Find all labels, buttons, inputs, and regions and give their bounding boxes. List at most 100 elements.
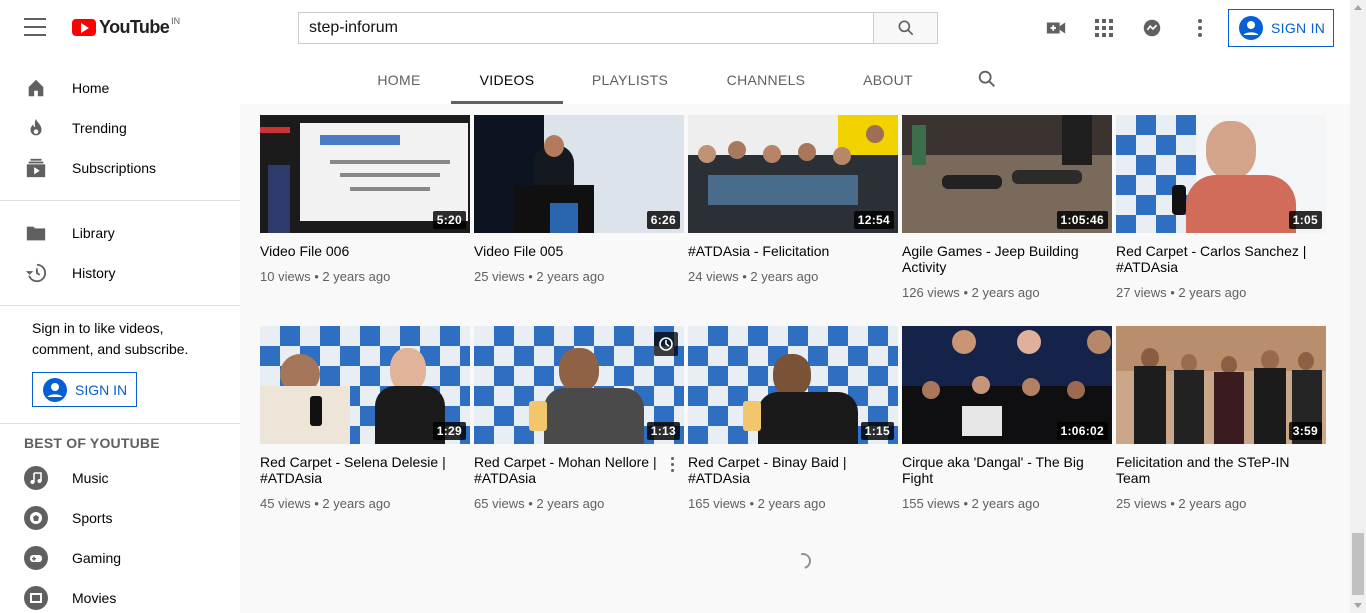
watch-later-icon[interactable]	[654, 332, 678, 356]
video-thumbnail[interactable]: 5:20	[260, 115, 470, 233]
view-count: 155 views	[902, 496, 960, 511]
channel-tabs: HOME VIDEOS PLAYLISTS CHANNELS ABOUT	[240, 56, 1350, 104]
apps-icon[interactable]	[1092, 16, 1116, 40]
scroll-down-arrow-icon[interactable]	[1354, 603, 1362, 608]
video-duration: 12:54	[853, 211, 894, 229]
video-meta: 25 views • 2 years ago	[474, 269, 684, 284]
tab-about[interactable]: ABOUT	[852, 56, 924, 104]
video-title[interactable]: Red Carpet - Binay Baid | #ATDAsia	[688, 454, 898, 486]
video-thumbnail[interactable]: 12:54	[688, 115, 898, 233]
sidebar-item-subscriptions[interactable]: Subscriptions	[0, 148, 240, 188]
sidebar-item-label: Library	[72, 225, 115, 241]
video-title[interactable]: Video File 005	[474, 243, 684, 259]
messages-icon[interactable]	[1140, 16, 1164, 40]
subscriptions-icon	[24, 156, 48, 180]
video-duration: 1:05	[1288, 211, 1322, 229]
tab-videos[interactable]: VIDEOS	[451, 56, 563, 104]
menu-icon[interactable]	[24, 18, 46, 36]
sidebar-sign-in-button[interactable]: SIGN IN	[32, 372, 137, 407]
video-menu-icon[interactable]	[662, 454, 682, 474]
tab-channels[interactable]: CHANNELS	[714, 56, 818, 104]
video-thumbnail[interactable]: 1:06:02	[902, 326, 1112, 444]
loading-spinner	[792, 550, 814, 572]
video-duration: 6:26	[646, 211, 680, 229]
video-title[interactable]: #ATDAsia - Felicitation	[688, 243, 898, 259]
view-count: 165 views	[688, 496, 746, 511]
video-meta: 25 views • 2 years ago	[1116, 496, 1326, 511]
video-meta: 27 views • 2 years ago	[1116, 285, 1326, 300]
flame-icon	[24, 116, 48, 140]
video-meta: 126 views • 2 years ago	[902, 285, 1112, 300]
video-title[interactable]: Red Carpet - Selena Delesie | #ATDAsia	[260, 454, 470, 486]
video-title[interactable]: Red Carpet - Carlos Sanchez | #ATDAsia	[1116, 243, 1326, 275]
sidebar-item-music[interactable]: Music	[0, 458, 240, 498]
video-card: 1:06:02 Cirque aka 'Dangal' - The Big Fi…	[902, 326, 1112, 511]
video-thumbnail[interactable]: 1:15	[688, 326, 898, 444]
more-icon[interactable]	[1188, 16, 1212, 40]
upload-age: 2 years ago	[750, 269, 819, 284]
upload-age: 2 years ago	[322, 496, 391, 511]
sidebar-item-label: Gaming	[72, 550, 122, 566]
sidebar-item-trending[interactable]: Trending	[0, 108, 240, 148]
sidebar-item-home[interactable]: Home	[0, 68, 240, 108]
scroll-up-arrow-icon[interactable]	[1354, 5, 1362, 10]
search-input[interactable]	[298, 12, 873, 44]
upload-age: 2 years ago	[971, 285, 1040, 300]
gaming-icon	[24, 546, 48, 570]
video-duration: 1:05:46	[1056, 211, 1108, 229]
video-thumbnail[interactable]: 1:13	[474, 326, 684, 444]
search-bar	[298, 12, 938, 44]
sidebar-item-sports[interactable]: Sports	[0, 498, 240, 538]
separator: •	[528, 496, 533, 511]
separator: •	[742, 269, 747, 284]
upload-age: 2 years ago	[971, 496, 1040, 511]
sidebar-item-history[interactable]: History	[0, 253, 240, 293]
home-icon	[24, 76, 48, 100]
sign-in-button[interactable]: SIGN IN	[1228, 9, 1334, 47]
separator: •	[963, 496, 968, 511]
upload-age: 2 years ago	[1178, 285, 1247, 300]
video-duration: 1:15	[860, 422, 894, 440]
video-meta: 65 views • 2 years ago	[474, 496, 684, 511]
separator: •	[963, 285, 968, 300]
search-button[interactable]	[873, 12, 938, 44]
view-count: 24 views	[688, 269, 739, 284]
video-card: 1:29 Red Carpet - Selena Delesie | #ATDA…	[260, 326, 470, 511]
channel-search-icon[interactable]	[976, 68, 1000, 92]
video-thumbnail[interactable]: 1:05	[1116, 115, 1326, 233]
sidebar-item-label: Music	[72, 470, 109, 486]
sign-in-label: SIGN IN	[1271, 20, 1326, 36]
video-duration: 1:13	[646, 422, 680, 440]
tab-home[interactable]: HOME	[367, 56, 431, 104]
scrollbar[interactable]	[1350, 0, 1366, 613]
video-card: 1:05:46 Agile Games - Jeep Building Acti…	[902, 115, 1112, 300]
sidebar-item-gaming[interactable]: Gaming	[0, 538, 240, 578]
create-video-icon[interactable]	[1044, 16, 1068, 40]
video-thumbnail[interactable]: 1:05:46	[902, 115, 1112, 233]
account-icon	[1239, 16, 1263, 40]
divider	[0, 423, 240, 424]
video-thumbnail[interactable]: 3:59	[1116, 326, 1326, 444]
upload-age: 2 years ago	[757, 496, 826, 511]
video-meta: 24 views • 2 years ago	[688, 269, 898, 284]
video-duration: 1:29	[432, 422, 466, 440]
video-title[interactable]: Felicitation and the STeP-IN Team	[1116, 454, 1326, 486]
video-title[interactable]: Red Carpet - Mohan Nellore | #ATDAsia	[474, 454, 684, 486]
search-icon	[898, 20, 913, 36]
video-thumbnail[interactable]: 6:26	[474, 115, 684, 233]
youtube-logo[interactable]: YouTube IN	[72, 16, 180, 38]
video-title[interactable]: Video File 006	[260, 243, 470, 259]
video-title[interactable]: Cirque aka 'Dangal' - The Big Fight	[902, 454, 1112, 486]
tab-playlists[interactable]: PLAYLISTS	[583, 56, 677, 104]
scrollbar-thumb[interactable]	[1352, 533, 1364, 595]
sidebar-item-movies[interactable]: Movies	[0, 578, 240, 613]
folder-icon	[24, 221, 48, 245]
video-thumbnail[interactable]: 1:29	[260, 326, 470, 444]
sign-in-prompt: Sign in to like videos, comment, and sub…	[32, 320, 189, 357]
youtube-play-icon	[72, 19, 96, 36]
video-meta: 165 views • 2 years ago	[688, 496, 898, 511]
video-title[interactable]: Agile Games - Jeep Building Activity	[902, 243, 1112, 275]
sidebar-item-library[interactable]: Library	[0, 213, 240, 253]
view-count: 25 views	[474, 269, 525, 284]
sidebar-item-label: Sports	[72, 510, 113, 526]
